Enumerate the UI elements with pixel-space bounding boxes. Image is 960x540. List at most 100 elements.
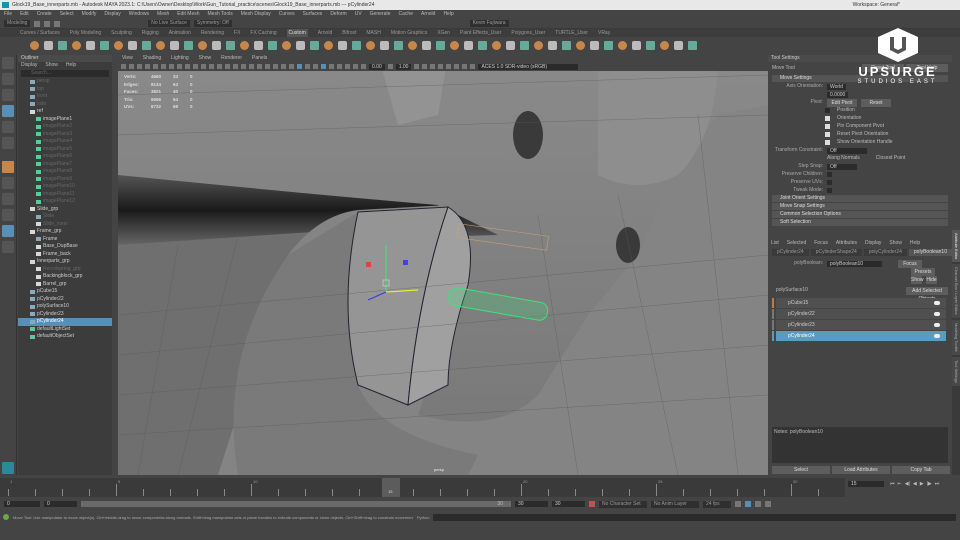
menu-display[interactable]: Display — [104, 10, 120, 19]
viewport-toolbar-icon[interactable] — [193, 64, 198, 69]
shelf-tool-icon[interactable] — [100, 41, 109, 50]
shelf-tab[interactable]: Rendering — [201, 29, 224, 37]
shelf-tool-icon[interactable] — [604, 41, 613, 50]
viewport-toolbar-icon[interactable] — [201, 64, 206, 69]
outliner-menu-item[interactable]: Display — [21, 62, 37, 69]
menu-select[interactable]: Select — [60, 10, 74, 19]
attr-tab[interactable]: pCylinder24 — [772, 249, 809, 256]
menu-mesh[interactable]: Mesh — [157, 10, 169, 19]
outliner-item[interactable]: Slide_inner — [18, 221, 112, 229]
viewport-toolbar-icon[interactable] — [273, 64, 278, 69]
shelf-tool-icon[interactable] — [352, 41, 361, 50]
hide-button[interactable]: Hide — [926, 275, 937, 284]
shelf-tool-icon[interactable] — [674, 41, 683, 50]
go-start-icon[interactable]: ⏮ — [890, 481, 895, 487]
shelf-tab[interactable]: Animation — [169, 29, 191, 37]
viewport-toolbar-icon[interactable] — [387, 64, 393, 69]
outliner-item[interactable]: imagePlane10 — [18, 183, 112, 191]
along-normals-radio[interactable]: Along Normals — [827, 155, 860, 162]
attr-tab[interactable]: polyBoolean10 — [908, 249, 952, 256]
scale-tool-icon[interactable] — [2, 137, 14, 149]
viewport-toolbar-icon[interactable] — [265, 64, 270, 69]
shelf-tab[interactable]: Paint Effects_User — [460, 29, 501, 37]
viewport-toolbar-icon[interactable] — [129, 64, 134, 69]
outliner-item[interactable]: Frame — [18, 236, 112, 244]
outliner-item[interactable]: Base_DupBase — [18, 243, 112, 251]
shelf-tool-icon[interactable] — [548, 41, 557, 50]
viewport-toolbar-icon[interactable] — [430, 64, 436, 69]
step-snap-dropdown[interactable]: Off — [827, 163, 857, 170]
shelf-tool-icon[interactable] — [366, 41, 375, 50]
attr-menu-item[interactable]: Show — [889, 240, 902, 247]
menu-modify[interactable]: Modify — [82, 10, 97, 19]
menu-mesh-tools[interactable]: Mesh Tools — [208, 10, 233, 19]
outliner-item[interactable]: imagePlane7 — [18, 161, 112, 169]
checkbox-row[interactable]: Show Orientation Handle — [768, 139, 952, 146]
shelf-tool-icon[interactable] — [86, 41, 95, 50]
transform-constraint-dropdown[interactable]: Off — [827, 147, 867, 154]
time-slider[interactable]: 15101520253015 — [0, 478, 845, 497]
collapsed-section[interactable]: Joint Orient Settings — [772, 195, 948, 202]
shelf-tool-icon[interactable] — [310, 41, 319, 50]
viewport-toolbar-icon[interactable] — [422, 64, 428, 69]
zoom-icon[interactable] — [2, 241, 14, 253]
add-selected-objects-button[interactable]: Add Selected Objects — [906, 286, 948, 302]
shelf-tool-icon[interactable] — [618, 41, 627, 50]
shelf-tool-icon[interactable] — [478, 41, 487, 50]
paint-select-icon[interactable] — [2, 89, 14, 101]
outliner-item[interactable]: imagePlane3 — [18, 131, 112, 139]
shelf-tool-icon[interactable] — [380, 41, 389, 50]
checkbox-row[interactable]: Pin Component Pivot — [768, 123, 952, 130]
outliner-item[interactable]: defaultObjectSet — [18, 333, 112, 341]
visibility-toggle[interactable] — [934, 312, 940, 316]
shelf-tool-icon[interactable] — [44, 41, 53, 50]
viewport-toolbar-icon[interactable] — [329, 64, 334, 69]
current-frame-field[interactable]: 15 — [848, 481, 884, 487]
shelf-tool-icon[interactable] — [268, 41, 277, 50]
attr-tab[interactable]: polyCylinder24 — [863, 249, 907, 256]
shelf-tab[interactable]: Rigging — [142, 29, 159, 37]
viewport-toolbar-icon[interactable] — [185, 64, 190, 69]
attr-tab[interactable]: pCylinderShape24 — [810, 249, 862, 256]
gamma-field[interactable]: 1.00 — [395, 63, 412, 70]
outliner-menu-item[interactable]: Help — [66, 62, 76, 69]
checkbox[interactable] — [827, 180, 832, 185]
show-button[interactable]: Show — [911, 275, 924, 284]
checkbox[interactable] — [827, 172, 832, 177]
shelf-tool-icon[interactable] — [534, 41, 543, 50]
outliner-item[interactable]: ref — [18, 108, 112, 116]
outliner-item[interactable]: imagePlane2 — [18, 123, 112, 131]
outliner-item[interactable]: pCylinder22 — [18, 296, 112, 304]
menu-windows[interactable]: Windows — [129, 10, 149, 19]
menu-file[interactable]: File — [4, 10, 12, 19]
checkbox[interactable] — [825, 132, 830, 137]
outliner-item[interactable]: Innerparts_grp — [18, 258, 112, 266]
viewport-menu-item[interactable]: Show — [199, 55, 212, 62]
playback-start-field[interactable]: 0 — [44, 501, 77, 507]
viewport-toolbar-icon[interactable] — [313, 64, 318, 69]
new-scene-icon[interactable] — [34, 20, 41, 27]
outliner-item[interactable]: front — [18, 93, 112, 101]
viewport-toolbar-icon[interactable] — [169, 64, 174, 69]
viewport-toolbar-icon[interactable] — [249, 64, 254, 69]
side-tab-tool-settings[interactable]: Tool Settings — [952, 356, 960, 386]
shelf-tab[interactable]: Sculpting — [111, 29, 132, 37]
collapsed-section[interactable]: Common Selection Options — [772, 211, 948, 218]
viewport-toolbar-icon[interactable] — [361, 64, 366, 69]
render-icon[interactable] — [2, 161, 14, 173]
menu-edit-mesh[interactable]: Edit Mesh — [177, 10, 199, 19]
viewport-toolbar-icon[interactable] — [209, 64, 214, 69]
shelf-tool-icon[interactable] — [520, 41, 529, 50]
shelf-tab[interactable]: FX Caching — [250, 29, 276, 37]
viewport-toolbar-icon[interactable] — [321, 64, 326, 69]
outliner-item[interactable]: defaultLightSet — [18, 326, 112, 334]
shelf-tool-icon[interactable] — [296, 41, 305, 50]
attr-menu-item[interactable]: Help — [910, 240, 920, 247]
anim-prefs-icon[interactable] — [765, 501, 771, 507]
lasso-tool-icon[interactable] — [2, 73, 14, 85]
viewport[interactable]: View Shading Lighting Show Renderer Panels 0.… — [118, 55, 768, 475]
shelf-tool-icon[interactable] — [576, 41, 585, 50]
outliner-item[interactable]: top — [18, 86, 112, 94]
viewport-toolbar-icon[interactable] — [470, 64, 476, 69]
outliner-menu-item[interactable]: Show — [45, 62, 58, 69]
